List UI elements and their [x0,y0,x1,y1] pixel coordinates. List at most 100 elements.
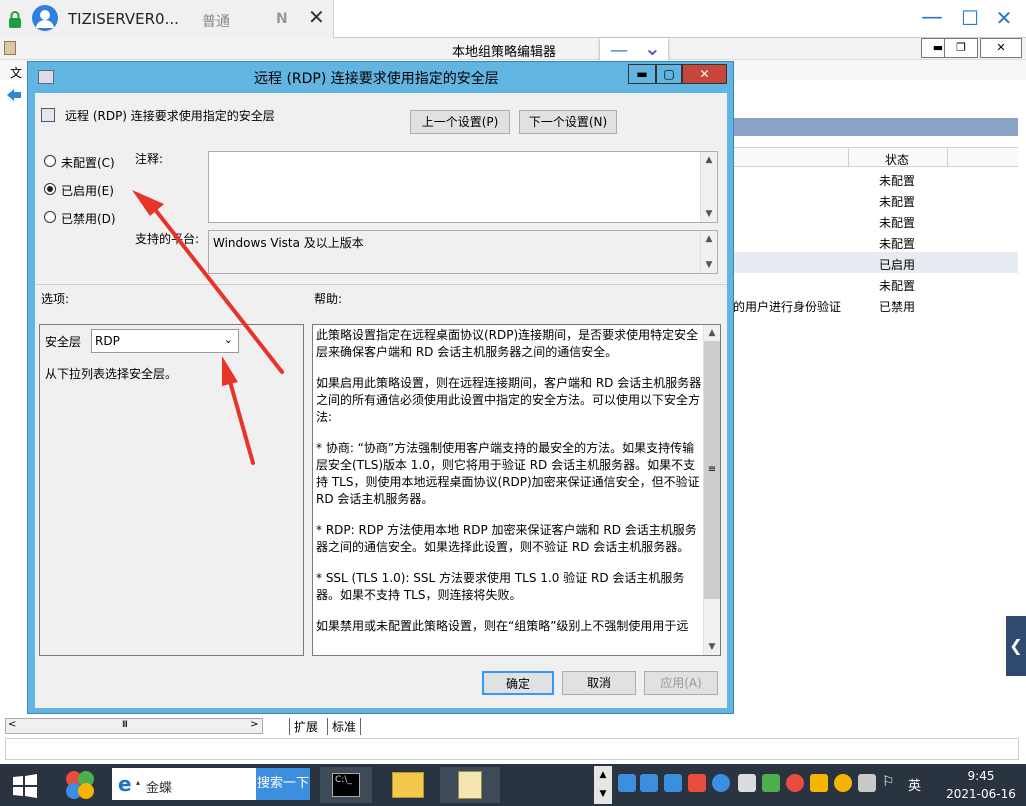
scroll-down-icon[interactable]: ▼ [701,257,717,273]
shield-icon[interactable] [810,774,828,792]
column-state[interactable]: 状态 [885,151,909,168]
dialog-maximize-button[interactable]: ▢ [656,64,682,84]
help-scrollbar[interactable]: ▲ ≡ ▼ [703,325,720,655]
list-column-header: 状态 [733,147,1018,167]
minimize-button[interactable]: — [912,4,952,32]
help-text: 此策略设置指定在远程桌面协议(RDP)连接期间，是否要求使用特定安全层来确保客户… [316,327,702,649]
table-row-selected[interactable]: 已启用 [733,252,1018,273]
tray-app-icon[interactable] [738,774,756,792]
radio-not-configured[interactable] [44,155,56,167]
table-row[interactable]: 未配置 [879,189,999,210]
column-divider [848,148,849,166]
exit-button[interactable]: ✕ [984,4,1024,32]
ok-button[interactable]: 确定 [482,671,554,695]
comment-label: 注释: [135,152,164,166]
taskbar-search[interactable]: e ▴ 金蝶 搜索一下 [112,768,310,800]
host-title: 本地组策略编辑器 [452,45,557,60]
security-layer-select[interactable]: RDP ⌄ [91,329,239,353]
connection-tab[interactable]: TIZISERVER0... 普通 N ✕ [0,0,334,38]
help-paragraph: * SSL (TLS 1.0): SSL 方法要求使用 TLS 1.0 验证 R… [316,571,685,602]
tab-standard[interactable]: 标准 [327,718,362,735]
radio-enabled[interactable] [44,183,56,195]
dialog-minimize-button[interactable]: ▬ [628,64,656,84]
radio-enabled-label[interactable]: 已启用(E) [61,182,114,199]
tray-app-icon[interactable] [762,774,780,792]
next-setting-button[interactable]: 下一个设置(N) [519,110,617,134]
host-close-button[interactable]: ✕ [980,38,1022,58]
status-bar [5,738,1019,760]
lock-icon [9,11,21,28]
previous-setting-button[interactable]: 上一个设置(P) [410,110,510,134]
scroll-down-icon[interactable]: ▼ [704,639,720,655]
tray-network-icon[interactable] [640,774,658,792]
table-row[interactable]: 未配置 [879,273,999,294]
policy-setting-dialog: 远程 (RDP) 连接要求使用指定的安全层 ▬ ▢ ✕ 远程 (RDP) 连接要… [27,61,734,714]
scroll-thumb[interactable]: III [122,720,128,730]
tray-app-icon[interactable] [834,774,852,792]
tab-extended[interactable]: 扩展 [289,718,322,735]
table-row[interactable]: 未配置 [879,231,999,252]
clock-date: 2021-06-16 [946,787,1016,801]
n-indicator: N [276,11,288,27]
taskbar: e ▴ 金蝶 搜索一下 C:\_ ▲ ▼ ⚐ 英 9:45 2021-06-16 [0,764,1026,806]
connection-mode: 普通 [202,14,230,30]
scroll-right-icon[interactable]: > [250,719,258,730]
supported-scrollbar[interactable]: ▲ ▼ [700,231,717,273]
table-row[interactable]: 的用户进行身份验证 已禁用 [733,294,1018,315]
table-row[interactable]: 未配置 [879,168,999,189]
colorful-app-icon[interactable] [62,768,98,802]
row-state: 未配置 [879,216,916,230]
tray-app-icon[interactable] [712,774,730,792]
row-description: 的用户进行身份验证 [733,300,842,314]
table-row[interactable]: 未配置 [879,210,999,231]
taskbar-scroll[interactable]: ▲ ▼ [594,766,612,804]
section-divider [35,284,727,285]
clock[interactable]: 9:45 2021-06-16 [936,767,1026,803]
ie-icon: e [118,772,132,796]
taskbar-policy-editor[interactable] [440,767,500,803]
menu-file[interactable]: 文 [10,64,22,81]
dialog-titlebar: 远程 (RDP) 连接要求使用指定的安全层 ▬ ▢ ✕ [28,62,733,92]
help-paragraph: * RDP: RDP 方法使用本地 RDP 加密来保证客户端和 RD 会话主机服… [316,523,697,554]
help-paragraph: 如果启用此策略设置，则在远程连接期间，客户端和 RD 会话主机服务器之间的所有通… [316,376,702,424]
comment-textarea[interactable]: ▲ ▼ [208,151,718,223]
help-paragraph: 如果禁用或未配置此策略设置，则在“组策略”级别上不强制使用用于远 [316,619,689,633]
scroll-up-icon[interactable]: ▲ [701,152,717,168]
side-panel-toggle-icon[interactable]: ❮ [1006,616,1026,676]
ime-indicator[interactable]: 英 [908,775,921,794]
chevron-down-icon[interactable]: ⌄ [224,333,233,346]
radio-not-configured-label[interactable]: 未配置(C) [61,154,115,171]
scroll-left-icon[interactable]: < [8,719,16,730]
apply-button[interactable]: 应用(A) [644,671,718,695]
help-scroll-thumb[interactable]: ≡ [704,341,720,599]
tray-app-icon[interactable] [786,774,804,792]
scroll-down-icon[interactable]: ▼ [701,206,717,222]
tray-network-icon[interactable] [664,774,682,792]
tray-app-icon[interactable] [688,774,706,792]
dialog-close-button[interactable]: ✕ [682,64,727,84]
host-restore-button[interactable]: ❐ [944,38,978,58]
taskbar-cmd[interactable]: C:\_ [320,767,372,803]
float-dropdown-button[interactable]: ⌄ [644,36,661,60]
back-arrow-icon[interactable] [6,88,22,102]
radio-disabled[interactable] [44,211,56,223]
comment-scrollbar[interactable]: ▲ ▼ [700,152,717,222]
radio-disabled-label[interactable]: 已禁用(D) [61,210,116,227]
cancel-button[interactable]: 取消 [562,671,636,695]
close-tab-button[interactable]: ✕ [308,5,325,29]
horizontal-scrollbar[interactable]: < III > [5,718,263,734]
tray-network-icon[interactable] [618,774,636,792]
float-minimize-button[interactable]: — [610,40,628,61]
flag-icon[interactable]: ⚐ [882,774,895,790]
scroll-up-icon[interactable]: ▲ [704,325,720,341]
search-button[interactable]: 搜索一下 [256,768,310,800]
start-windows-icon[interactable] [12,774,38,798]
policy-rows: 未配置 未配置 未配置 未配置 已启用 未配置 的用户进行身份验证 已禁用 [733,168,1018,328]
tray-app-icon[interactable] [858,774,876,792]
taskbar-explorer[interactable] [378,767,438,803]
policy-list-pane: 状态 未配置 未配置 未配置 未配置 已启用 未配置 的用户进行身份验证 已禁用 [733,118,1018,718]
dialog-title: 远程 (RDP) 连接要求使用指定的安全层 [254,71,499,87]
options-label: 选项: [41,292,70,306]
row-state: 未配置 [879,279,916,293]
scroll-up-icon[interactable]: ▲ [701,231,717,247]
